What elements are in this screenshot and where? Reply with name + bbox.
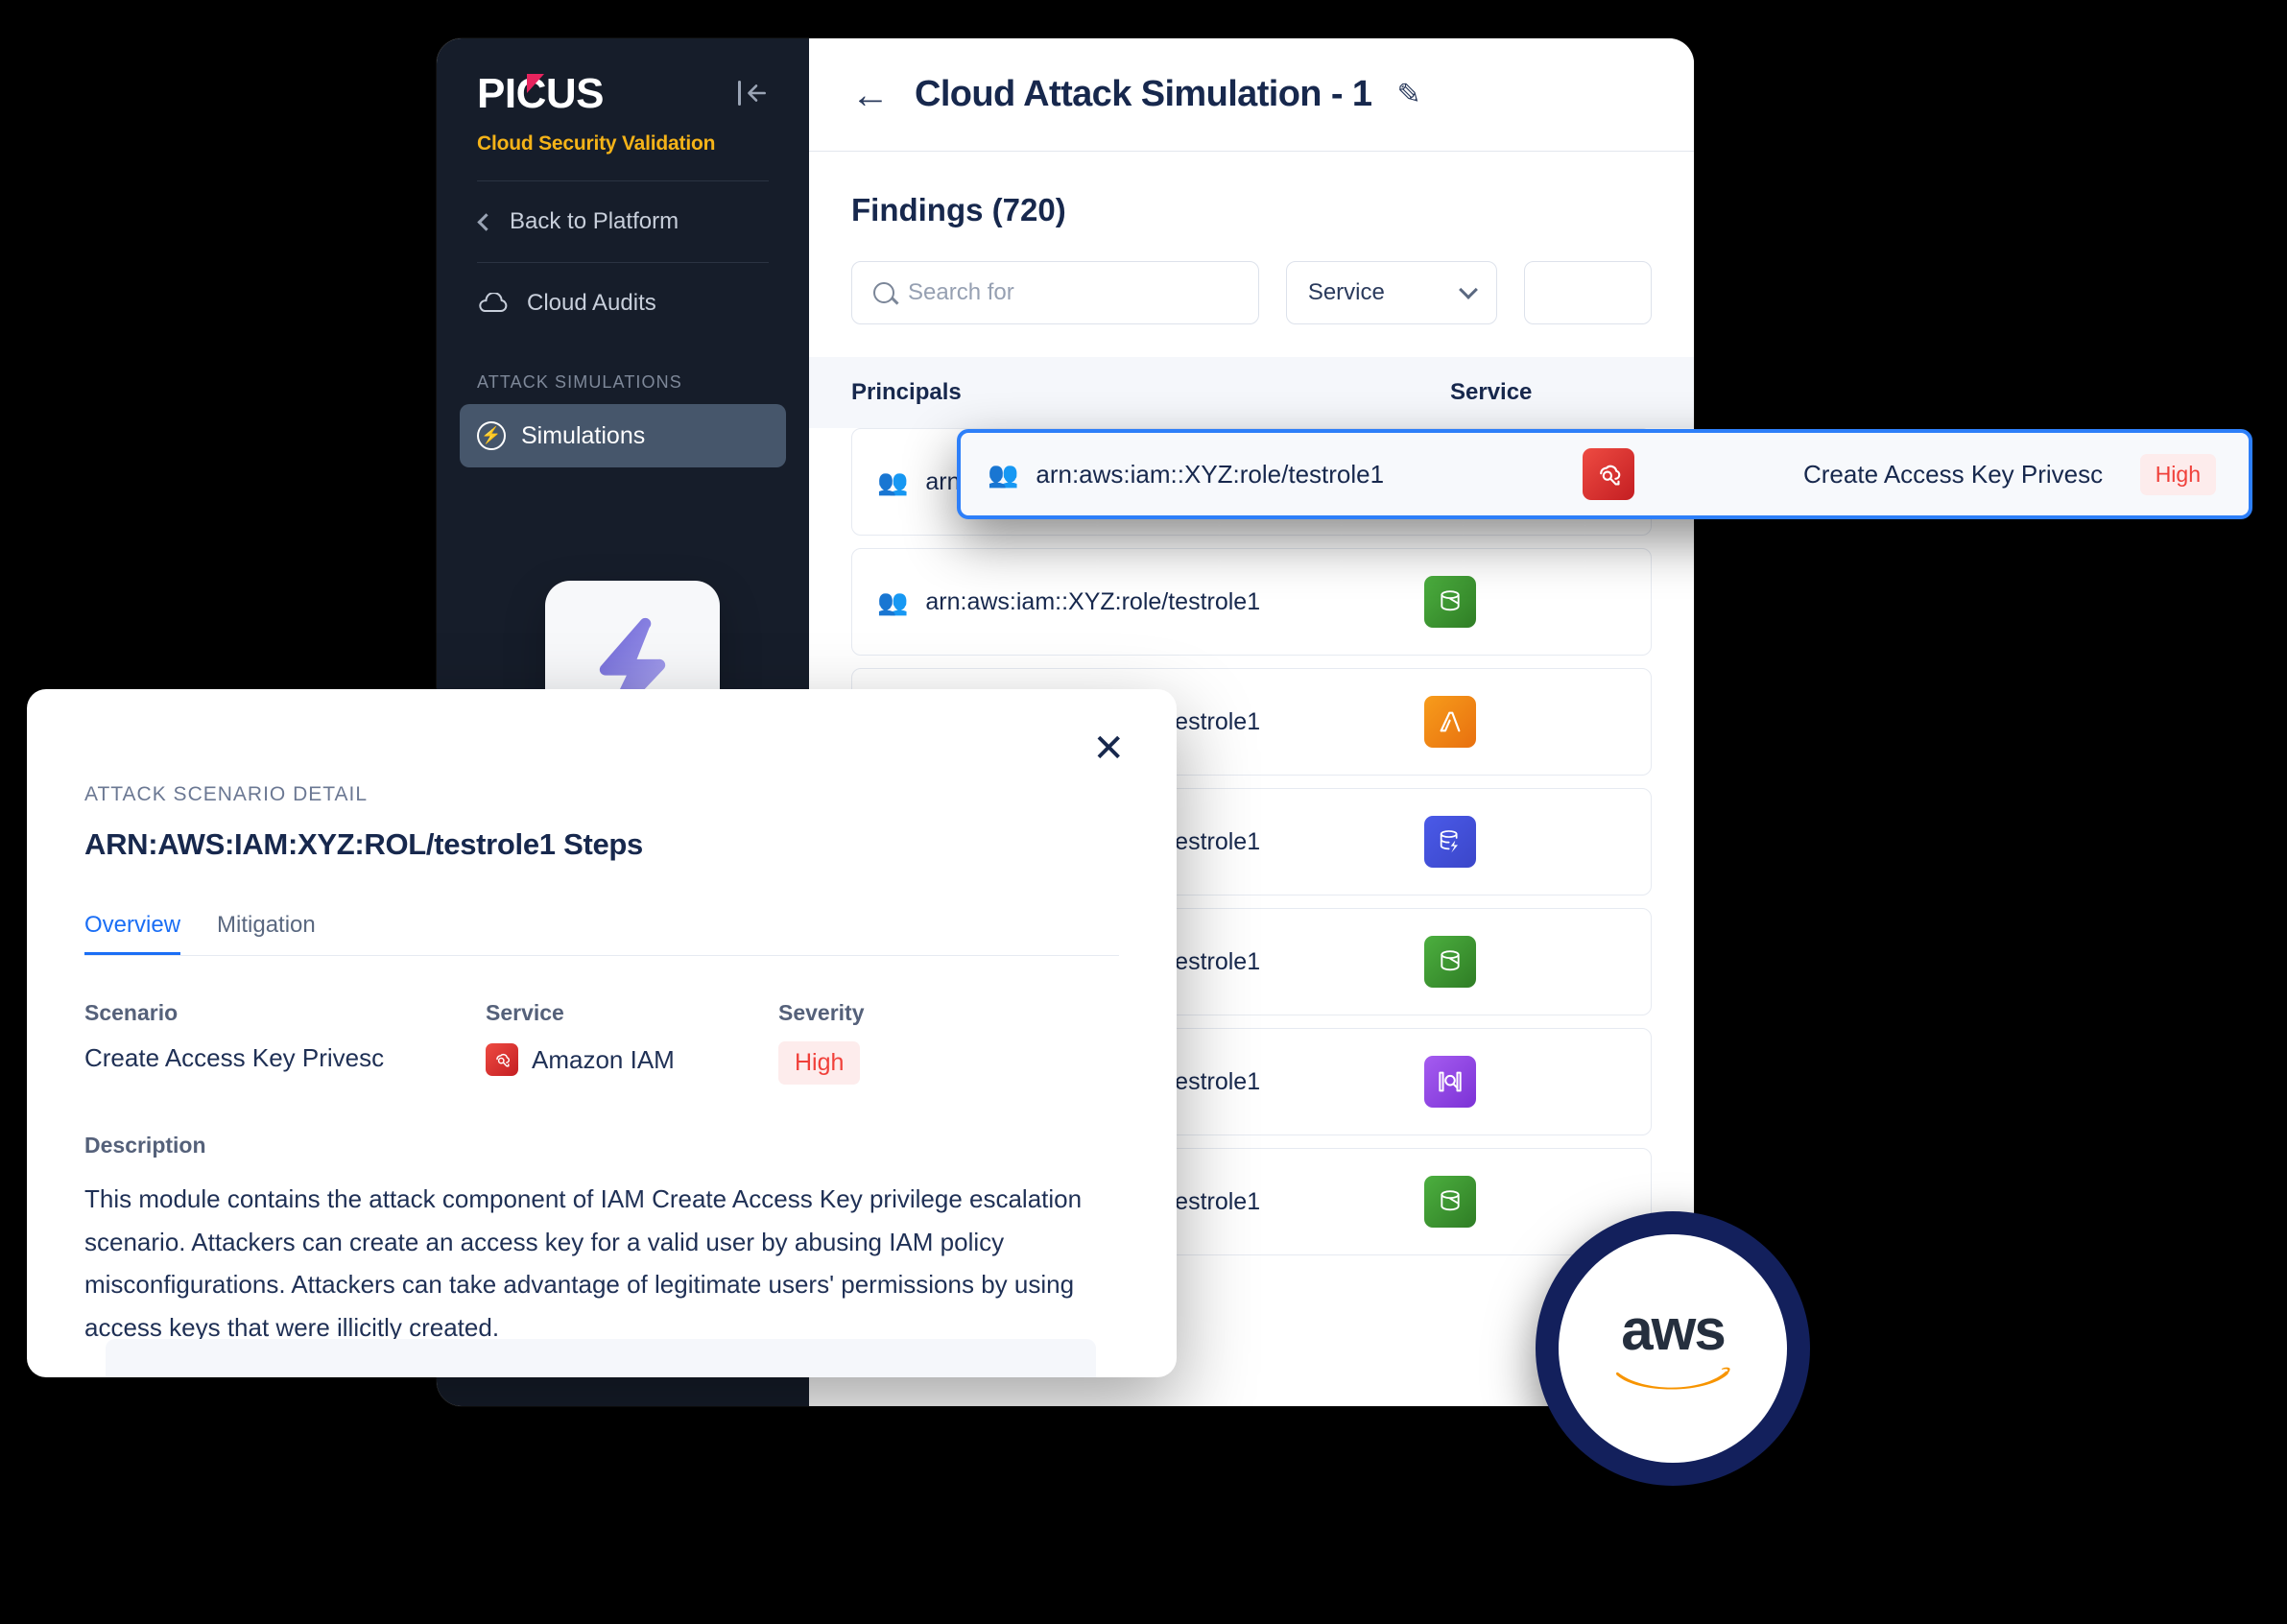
picus-logo: PICUS: [477, 73, 604, 115]
description-label: Description: [84, 1133, 206, 1158]
search-input[interactable]: Search for: [851, 261, 1259, 324]
screenshot-stage: PICUS Cloud Security Validation Back to …: [0, 0, 2287, 1624]
page-header: ← Cloud Attack Simulation - 1 ✎: [809, 38, 1694, 152]
cloud-icon: [477, 293, 510, 314]
s3-bucket-icon: [1424, 936, 1476, 988]
meta-label-service: Service: [486, 1000, 564, 1025]
sidebar-item-label: Simulations: [521, 421, 646, 449]
table-row[interactable]: 👥 arn:aws:iam::XYZ:role/testrole1: [851, 548, 1652, 656]
modal-title: ARN:AWS:IAM:XYZ:ROL/testrole1 Steps: [84, 827, 643, 861]
row-service: [1424, 1056, 1626, 1108]
row-service: [1424, 816, 1626, 868]
chevron-down-icon: [1459, 280, 1479, 299]
sidebar-item-label: Cloud Audits: [527, 290, 656, 316]
amazon-smile-icon: [1616, 1367, 1730, 1390]
meta-value-service: Amazon IAM: [532, 1044, 675, 1074]
users-icon: 👥: [877, 466, 909, 496]
table-header: Principals Service: [809, 357, 1694, 428]
close-icon[interactable]: ✕: [1092, 729, 1125, 768]
principal-text: arn:aws:iam::XYZ:role/testrole1: [925, 587, 1261, 615]
modal-footer-panel: [106, 1339, 1096, 1377]
meta-scenario: Scenario Create Access Key Privesc: [84, 1000, 486, 1085]
tab-mitigation[interactable]: Mitigation: [217, 912, 316, 955]
row-principal: 👥 arn:aws:iam::XYZ:role/testrole1: [877, 587, 1424, 617]
meta-severity: Severity High: [778, 1000, 865, 1085]
modal-eyebrow: ATTACK SCENARIO DETAIL: [84, 783, 369, 805]
row-service: [1424, 936, 1626, 988]
description-text: This module contains the attack componen…: [84, 1184, 1083, 1343]
dynamodb-icon: [1424, 816, 1476, 868]
row-service: [1525, 448, 1746, 500]
sidebar-section-attack-simulations: ATTACK SIMULATIONS: [477, 372, 682, 392]
findings-heading: Findings (720): [851, 192, 1066, 227]
attack-scenario-detail-modal: ✕ ATTACK SCENARIO DETAIL ARN:AWS:IAM:XYZ…: [27, 689, 1177, 1377]
row-service: [1424, 576, 1626, 628]
row-service: [1424, 696, 1626, 748]
brand-tagline: Cloud Security Validation: [477, 132, 716, 155]
meta-label-scenario: Scenario: [84, 1000, 179, 1025]
lambda-icon: [1424, 696, 1476, 748]
row-service: [1424, 1176, 1626, 1228]
column-header-principals: Principals: [851, 379, 962, 405]
users-icon: 👥: [877, 586, 909, 616]
collapse-panel-icon[interactable]: [738, 81, 769, 106]
modal-meta-row: Scenario Create Access Key Privesc Servi…: [84, 1000, 1119, 1085]
filter-bar: Search for Service: [809, 228, 1694, 324]
users-icon: 👥: [988, 459, 1019, 489]
s3-bucket-icon: [1424, 1176, 1476, 1228]
sidebar-item-cloud-audits[interactable]: Cloud Audits: [437, 263, 809, 344]
principal-text: arn:aws:iam::XYZ:role/testrole1: [1036, 459, 1385, 489]
chevron-left-icon: [477, 212, 495, 231]
s3-bucket-icon: [1424, 576, 1476, 628]
column-header-service: Service: [1450, 379, 1533, 405]
aws-badge: aws: [1536, 1211, 1810, 1486]
row-principal: 👥 arn:aws:iam::XYZ:role/testrole1: [988, 460, 1525, 490]
service-filter-dropdown[interactable]: Service: [1285, 261, 1498, 324]
picus-triangle-accent-icon: [527, 74, 544, 93]
sidebar-item-back-to-platform[interactable]: Back to Platform: [437, 181, 809, 262]
brand-block: PICUS Cloud Security Validation: [437, 38, 809, 180]
sidebar-item-label: Back to Platform: [510, 208, 679, 234]
inspector-icon: [1424, 1056, 1476, 1108]
page-title: Cloud Attack Simulation - 1: [915, 74, 1372, 114]
amazon-iam-icon: [486, 1043, 518, 1076]
meta-service: Service Amazon IAM: [486, 1000, 778, 1085]
row-scenario: Create Access Key Privesc: [1803, 459, 2104, 489]
highlighted-finding-row[interactable]: 👥 arn:aws:iam::XYZ:role/testrole1 Create…: [957, 429, 2252, 519]
search-placeholder: Search for: [908, 279, 1014, 305]
modal-tabs: Overview Mitigation: [84, 912, 1119, 956]
back-arrow-icon[interactable]: ←: [851, 76, 890, 114]
pencil-edit-icon[interactable]: ✎: [1396, 78, 1420, 111]
status-badge: High: [778, 1041, 861, 1085]
amazon-iam-icon: [1583, 448, 1634, 500]
status-badge: High: [2139, 453, 2216, 495]
meta-value-service-wrap: Amazon IAM: [486, 1043, 778, 1076]
tab-overview[interactable]: Overview: [84, 912, 181, 955]
secondary-filter-dropdown[interactable]: [1524, 261, 1652, 324]
sidebar-item-simulations[interactable]: ⚡ Simulations: [460, 404, 786, 467]
aws-wordmark: aws: [1621, 1298, 1726, 1362]
meta-value-scenario: Create Access Key Privesc: [84, 1043, 385, 1072]
meta-label-severity: Severity: [778, 1000, 865, 1025]
service-filter-value: Service: [1307, 279, 1385, 305]
search-icon: [873, 282, 894, 303]
bolt-circle-icon: ⚡: [477, 421, 506, 450]
